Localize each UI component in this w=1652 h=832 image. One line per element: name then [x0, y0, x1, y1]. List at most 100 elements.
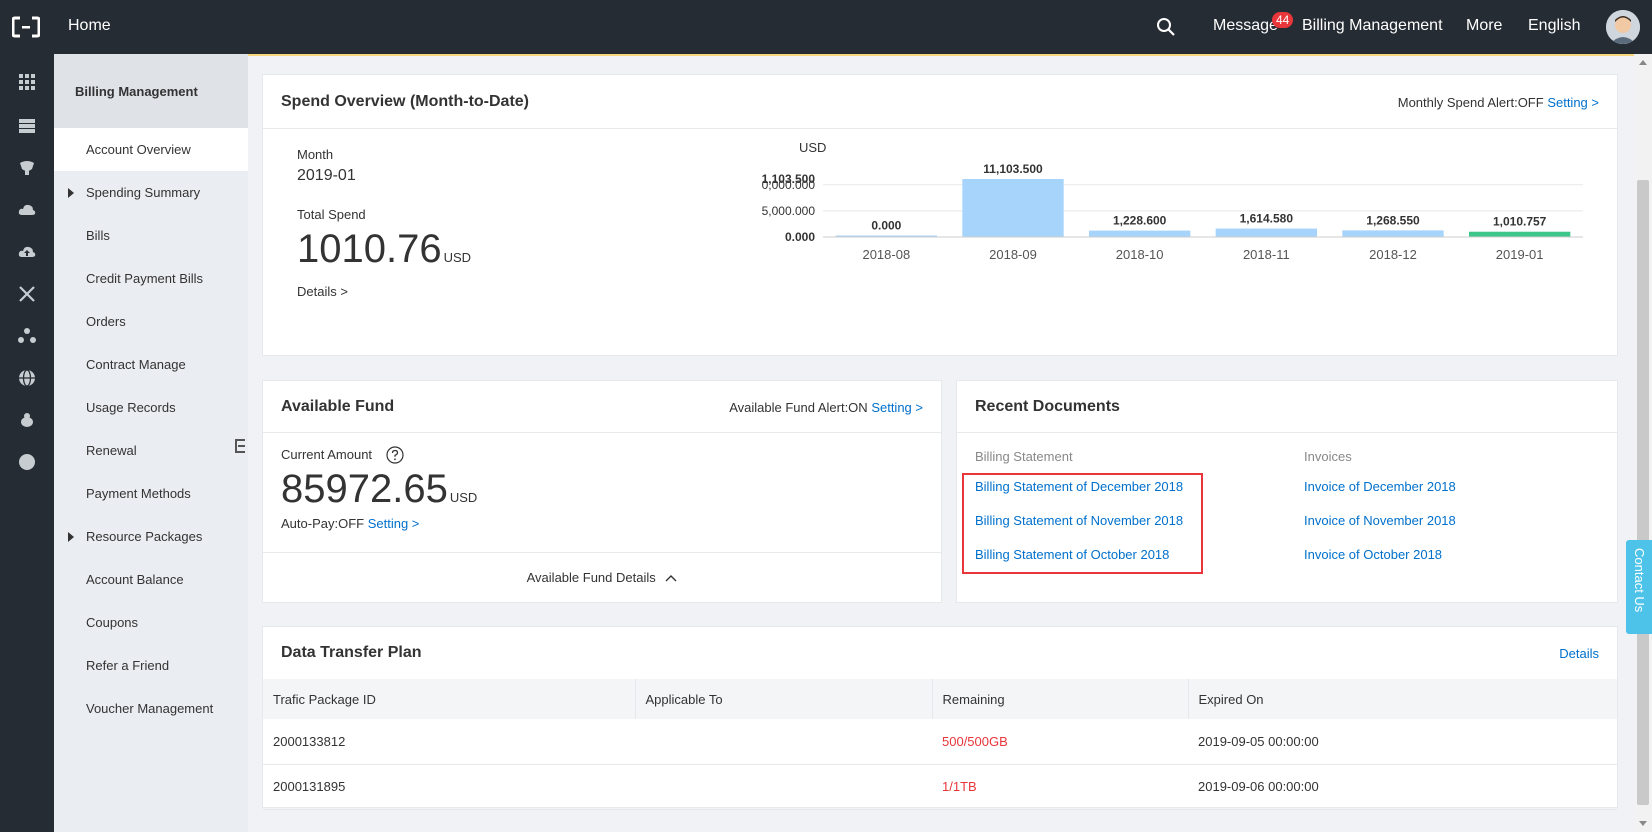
bar-2018-09[interactable]: [962, 179, 1064, 237]
x-tick-label: 2018-12: [1369, 247, 1417, 262]
sidebar-item-contract-manage[interactable]: Contract Manage: [54, 343, 248, 386]
y-axis-label: USD: [799, 140, 826, 155]
applicable-to-cell: [635, 719, 932, 765]
sidebar-item-usage-records[interactable]: Usage Records: [54, 386, 248, 429]
invoice-link-october[interactable]: Invoice of October 2018: [1304, 547, 1442, 562]
column-header-expired-on: Expired On: [1188, 679, 1617, 719]
bar-value-label: 1,614.580: [1240, 212, 1294, 226]
monthly-spend-alert: Monthly Spend Alert:OFF Setting >: [1398, 95, 1599, 110]
sidebar-item-label: Payment Methods: [86, 486, 191, 501]
bar-2018-10[interactable]: [1089, 230, 1191, 237]
sidebar-item-spending-summary[interactable]: Spending Summary: [54, 171, 248, 214]
database-icon[interactable]: [17, 158, 37, 178]
sidebar-item-voucher-management[interactable]: Voucher Management: [54, 687, 248, 730]
y-tick-label: 5,000.000: [762, 204, 816, 218]
fund-alert-setting-link[interactable]: Setting >: [871, 400, 923, 415]
sidebar-item-credit-payment-bills[interactable]: Credit Payment Bills: [54, 257, 248, 300]
globe-icon[interactable]: [17, 368, 37, 388]
current-amount-number: 85972.65: [281, 467, 448, 511]
home-link[interactable]: Home: [68, 17, 111, 35]
auto-pay-status: Auto-Pay:OFF Setting >: [281, 516, 419, 531]
billing-statement-heading: Billing Statement: [975, 449, 1073, 464]
sidebar-item-label: Account Balance: [86, 572, 184, 587]
contact-us-tab[interactable]: Contact Us: [1626, 540, 1652, 634]
sidebar-item-label: Refer a Friend: [86, 658, 170, 673]
total-spend-value: 1010.76 USD: [297, 227, 471, 272]
sidebar-item-label: Account Overview: [86, 142, 191, 157]
scrollbar-thumb[interactable]: [1637, 180, 1649, 805]
sidebar-item-label: Resource Packages: [86, 529, 203, 544]
sidebar-collapse-handle[interactable]: [232, 428, 248, 464]
remaining-cell: 500/500GB: [932, 719, 1188, 765]
sidebar-item-account-balance[interactable]: Account Balance: [54, 558, 248, 601]
spend-details-link[interactable]: Details >: [297, 284, 348, 299]
recent-documents-card: Recent Documents Billing Statement Invoi…: [956, 380, 1618, 603]
contact-us-label: Contact Us: [1632, 548, 1647, 613]
server-icon[interactable]: [17, 116, 37, 136]
column-header-package-id: Trafic Package ID: [263, 679, 636, 719]
auto-pay-setting-link[interactable]: Setting >: [368, 516, 420, 531]
sidebar-title: Billing Management: [54, 54, 248, 128]
invoice-link-december[interactable]: Invoice of December 2018: [1304, 479, 1456, 494]
currency-unit: USD: [443, 250, 472, 265]
bar-value-label: 0.000: [871, 219, 901, 233]
sidebar-item-resource-packages[interactable]: Resource Packages: [54, 515, 248, 558]
avatar[interactable]: [1606, 10, 1640, 44]
scroll-down-arrow-icon[interactable]: [1638, 818, 1648, 828]
sidebar-item-label: Renewal: [86, 443, 137, 458]
bar-value-label: 11,103.500: [983, 162, 1043, 176]
sidebar-item-bills[interactable]: Bills: [54, 214, 248, 257]
plan-details-link[interactable]: Details: [1559, 646, 1599, 661]
bug-icon[interactable]: [17, 410, 37, 430]
y-tick-label: 1,103.500: [762, 172, 816, 186]
sidebar-item-label: Coupons: [86, 615, 139, 630]
sidebar-item-renewal[interactable]: Renewal: [54, 429, 248, 472]
language-switch[interactable]: English: [1528, 17, 1580, 35]
sidebar-item-label: Usage Records: [86, 400, 176, 415]
sidebar-item-label: Credit Payment Bills: [86, 271, 204, 286]
cluster-icon[interactable]: [17, 326, 37, 346]
network-icon[interactable]: [17, 284, 37, 304]
sidebar-item-refer-a-friend[interactable]: Refer a Friend: [54, 644, 248, 687]
product-rail: [0, 54, 54, 832]
sidebar-item-orders[interactable]: Orders: [54, 300, 248, 343]
sidebar-item-account-overview[interactable]: Account Overview: [54, 128, 248, 171]
month-value: 2019-01: [297, 167, 356, 184]
invoice-link-november[interactable]: Invoice of November 2018: [1304, 513, 1456, 528]
notice-strip: [248, 54, 1634, 56]
sidebar-item-coupons[interactable]: Coupons: [54, 601, 248, 644]
bar-2018-11[interactable]: [1215, 228, 1317, 237]
grid-icon[interactable]: [17, 72, 37, 92]
circle-icon[interactable]: [17, 452, 37, 472]
alert-status: Monthly Spend Alert:OFF: [1397, 95, 1544, 110]
sidebar-item-payment-methods[interactable]: Payment Methods: [54, 472, 248, 515]
bar-2018-12[interactable]: [1342, 230, 1444, 237]
invoices-heading: Invoices: [1304, 449, 1352, 464]
billing-management-link[interactable]: Billing Management: [1302, 17, 1443, 35]
column-header-applicable-to: Applicable To: [635, 679, 933, 719]
spend-overview-title: Spend Overview (Month-to-Date): [281, 93, 530, 110]
bar-2019-01[interactable]: [1469, 231, 1571, 237]
x-tick-label: 2019-01: [1496, 247, 1544, 262]
search-icon[interactable]: [1156, 17, 1176, 37]
fund-alert-status: Available Fund Alert:ON: [729, 400, 868, 415]
expand-arrow-icon: [68, 188, 74, 198]
data-transfer-plan-title: Data Transfer Plan: [281, 644, 422, 661]
sidebar-item-label: Spending Summary: [86, 185, 201, 200]
bar-value-label: 1,228.600: [1113, 214, 1167, 228]
more-menu[interactable]: More: [1466, 17, 1502, 35]
table-header-row: Trafic Package ID Applicable To Remainin…: [263, 679, 1617, 719]
x-tick-label: 2018-09: [989, 247, 1037, 262]
scroll-up-arrow-icon[interactable]: [1638, 58, 1648, 68]
cloud-upload-icon[interactable]: [17, 242, 37, 262]
cloud-icon[interactable]: [17, 200, 37, 220]
expired-on-cell: 2019-09-06 00:00:00: [1188, 764, 1617, 810]
bar-value-label: 1,268.550: [1366, 213, 1420, 227]
cloud-logo-icon[interactable]: [12, 15, 40, 39]
sidebar-item-label: Voucher Management: [86, 701, 214, 716]
spend-alert-setting-link[interactable]: Setting >: [1547, 95, 1599, 110]
message-link[interactable]: Message: [1213, 17, 1278, 35]
available-fund-details-toggle[interactable]: Available Fund Details: [263, 552, 941, 602]
recent-documents-title: Recent Documents: [975, 398, 1120, 415]
help-question-icon[interactable]: [386, 446, 404, 464]
